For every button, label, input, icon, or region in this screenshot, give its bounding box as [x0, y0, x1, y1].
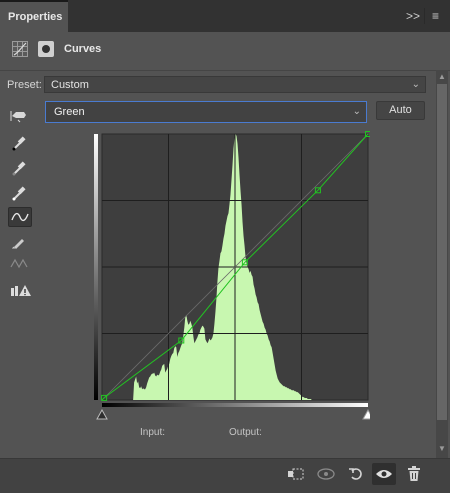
preset-dropdown[interactable]: Custom ⌄ [44, 76, 426, 93]
white-point-eyedropper-icon[interactable] [8, 183, 30, 203]
clipping-warning-icon[interactable] [8, 281, 34, 301]
curves-adjustment-icon[interactable] [12, 41, 28, 57]
black-point-eyedropper-icon[interactable] [8, 133, 30, 153]
input-gradient-bar [102, 403, 368, 407]
output-gradient-bar [94, 134, 98, 400]
delete-adjustment-icon[interactable] [402, 463, 426, 485]
smooth-curve-icon[interactable] [8, 254, 30, 274]
expand-panel-button[interactable]: >> [406, 9, 420, 23]
chevron-down-icon: ⌄ [352, 106, 361, 117]
output-label: Output: [229, 427, 262, 438]
view-previous-state-icon[interactable] [314, 463, 338, 485]
layer-mask-icon[interactable] [38, 41, 54, 57]
curves-graph[interactable] [94, 130, 370, 422]
preset-label: Preset: [7, 79, 42, 91]
toggle-visibility-icon[interactable] [372, 463, 396, 485]
channel-value: Green [54, 106, 85, 118]
adjustment-title: Curves [64, 43, 102, 55]
white-point-slider[interactable] [362, 408, 370, 420]
auto-button[interactable]: Auto [376, 101, 425, 120]
black-point-slider[interactable] [96, 408, 108, 420]
hamburger-icon[interactable]: ≡ [432, 9, 439, 23]
gray-point-eyedropper-icon[interactable] [8, 158, 30, 178]
clip-to-layer-icon[interactable] [284, 463, 308, 485]
draw-pencil-icon[interactable] [8, 232, 30, 252]
reset-adjustment-icon[interactable] [344, 463, 368, 485]
preset-value: Custom [51, 79, 89, 91]
edit-points-curve-icon[interactable] [8, 207, 32, 227]
input-label: Input: [140, 427, 166, 438]
scroll-up-icon[interactable]: ▲ [437, 72, 447, 81]
divider [424, 8, 425, 24]
channel-dropdown[interactable]: Green ⌄ [45, 101, 367, 123]
scroll-down-icon[interactable]: ▼ [437, 444, 447, 453]
tab-label: Properties [8, 11, 63, 23]
on-image-adjust-icon[interactable] [8, 106, 30, 126]
panel-titlebar: Properties >> ≡ [0, 0, 450, 32]
chevron-down-icon: ⌄ [411, 79, 420, 90]
scrollbar-thumb[interactable] [437, 84, 447, 420]
adjustment-header: Curves [0, 32, 450, 71]
tab-properties[interactable]: Properties [0, 0, 68, 32]
